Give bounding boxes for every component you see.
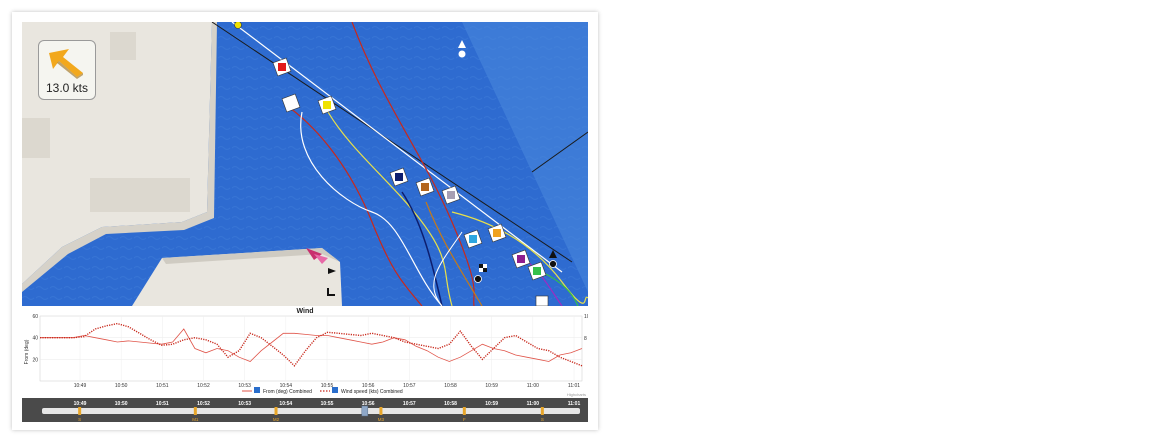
pin-marker-icon[interactable] [234, 22, 242, 29]
race-timeline[interactable]: 10:49 10:50 10:51 10:52 10:53 10:54 10:55 10:56… [22, 398, 588, 422]
boat-white-2[interactable] [535, 295, 549, 306]
legend-item-from[interactable]: From (deg) Combined [263, 389, 312, 395]
building [22, 118, 50, 158]
race-viewer: 13.0 kts Wind From (deg) 20 40 60 10 8 10:4… [12, 12, 598, 430]
timeline-svg[interactable]: 10:49 10:50 10:51 10:52 10:53 10:54 10:55 10:56… [22, 398, 588, 422]
timeline-time-label: 10:55 [321, 401, 334, 407]
x-tick-label: 10:53 [238, 383, 251, 389]
timeline-marker-label: M2 [273, 417, 280, 422]
timeline-track[interactable] [42, 408, 580, 414]
timeline-marker-label: M1 [192, 417, 199, 422]
timeline-marker[interactable] [379, 407, 383, 415]
timeline-time-label: 10:54 [279, 401, 292, 407]
timeline-time-label: 10:57 [403, 401, 416, 407]
timeline-time-label: 11:00 [527, 401, 540, 407]
map-canvas[interactable] [22, 22, 588, 306]
y-ticks: 20 40 60 [32, 314, 38, 363]
wind-speed: 13.0 kts [45, 81, 89, 95]
timeline-time-label: 10:52 [197, 401, 210, 407]
timeline-marker[interactable] [78, 407, 82, 415]
x-tick-label: 10:51 [156, 383, 169, 389]
timeline-marker[interactable] [540, 407, 544, 415]
x-tick-label: 10:55 [321, 383, 334, 389]
timeline-time-label: 10:58 [444, 401, 457, 407]
wind-indicator: 13.0 kts [38, 40, 96, 100]
timeline-marker-label: S [78, 417, 81, 422]
x-tick-label: 10:50 [115, 383, 128, 389]
x-tick-label: 10:59 [485, 383, 498, 389]
chart-title: Wind [296, 308, 313, 315]
x-ticks: 10:49 10:50 10:51 10:52 10:53 10:54 10:55 10:56… [74, 383, 581, 389]
x-tick-label: 11:01 [568, 383, 580, 389]
x-tick-label: 10:49 [74, 383, 87, 389]
building [90, 178, 190, 212]
timeline-time-label: 10:51 [156, 401, 169, 407]
timeline-time-label: 10:49 [74, 401, 87, 407]
timeline-marker-label: S [541, 417, 544, 422]
timeline-marker-label: M3 [378, 417, 385, 422]
y2-tick-label: 8 [584, 336, 587, 342]
timeline-time-label: 11:01 [568, 401, 581, 407]
y-tick-label: 40 [32, 336, 38, 342]
x-tick-label: 10:57 [403, 383, 416, 389]
y-tick-label: 20 [32, 357, 38, 363]
x-tick-label: 11:00 [527, 383, 539, 389]
building [110, 32, 136, 60]
timeline-marker[interactable] [462, 407, 466, 415]
chart-credit[interactable]: Highcharts [567, 392, 586, 397]
timeline-time-label: 10:53 [238, 401, 251, 407]
y-axis-label: From (deg) [24, 339, 30, 364]
timeline-marker[interactable] [193, 407, 197, 415]
wind-chart[interactable]: Wind From (deg) 20 40 60 10 8 10:49 10:50 10:… [22, 306, 590, 398]
timeline-marker[interactable] [274, 407, 278, 415]
timeline-handle[interactable] [361, 405, 369, 417]
timeline-times: 10:49 10:50 10:51 10:52 10:53 10:54 10:55 10:56… [74, 401, 581, 407]
race-map[interactable]: 13.0 kts [22, 22, 588, 306]
timeline-time-label: 10:50 [115, 401, 128, 407]
y2-tick-label: 10 [584, 314, 588, 320]
timeline-marker-label: F [463, 417, 466, 422]
y2-ticks: 10 8 [584, 314, 590, 342]
x-tick-label: 10:52 [197, 383, 210, 389]
legend-checkbox-speed[interactable] [332, 387, 338, 393]
wind-arrow-icon [49, 49, 83, 79]
legend-item-speed[interactable]: Wind speed (kts) Combined [341, 389, 403, 395]
x-tick-label: 10:58 [444, 383, 457, 389]
timeline-time-label: 10:59 [485, 401, 498, 407]
y-tick-label: 60 [32, 314, 38, 320]
legend-checkbox-from[interactable] [254, 387, 260, 393]
wind-chart-svg[interactable]: Wind From (deg) 20 40 60 10 8 10:49 10:50 10:… [22, 306, 590, 398]
